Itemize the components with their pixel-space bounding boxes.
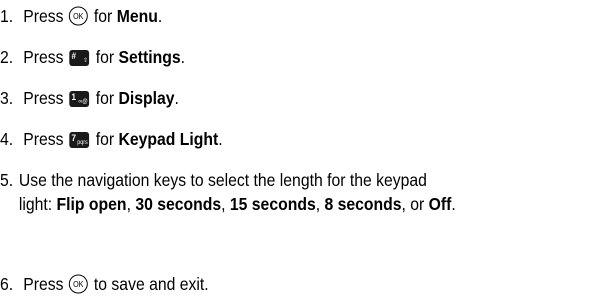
seven-key-sub: pqrs <box>77 140 88 146</box>
step-text: Press <box>23 274 64 294</box>
separator: , <box>221 194 226 214</box>
one-key-main: 1 <box>71 92 77 102</box>
step-text: for <box>95 88 115 108</box>
ok-key-icon: OK <box>69 274 89 294</box>
ok-key-label: OK <box>74 12 84 21</box>
step-5-options-line: light: Flip open, 30 seconds, 15 seconds… <box>0 192 549 216</box>
step-number: 5. <box>0 170 14 190</box>
step-number: 3. <box>0 88 14 108</box>
step-number: 1. <box>0 6 14 26</box>
step-text: for <box>93 6 113 26</box>
one-key-icon: 1 ∞@ <box>69 91 90 107</box>
step-text: Press <box>23 6 64 26</box>
step-text: Use the navigation keys to select the le… <box>18 170 427 190</box>
step-text: to save and exit. <box>93 274 209 294</box>
step-punct: . <box>451 194 456 214</box>
step-number: 6. <box>0 274 14 294</box>
ok-key-label: OK <box>74 280 84 289</box>
menu-target: Menu <box>116 6 158 26</box>
step-number: 2. <box>0 47 14 67</box>
step-2: 2. Press # ⇧ for Settings. <box>0 45 185 69</box>
pound-key-sub: ⇧ <box>83 58 88 64</box>
step-text: Press <box>23 129 64 149</box>
step-punct: . <box>174 88 179 108</box>
seven-key-main: 7 <box>71 133 77 143</box>
step-6: 6. Press OK to save and exit. <box>0 272 209 296</box>
keypad-light-target: Keypad Light <box>118 129 219 149</box>
option-flip-open: Flip open <box>56 194 127 214</box>
step-4: 4. Press 7 pqrs for Keypad Light. <box>0 127 223 151</box>
step-3: 3. Press 1 ∞@ for Display. <box>0 86 179 110</box>
separator: , or <box>401 194 425 214</box>
step-number: 4. <box>0 129 14 149</box>
settings-target: Settings <box>118 47 181 67</box>
display-target: Display <box>118 88 175 108</box>
pound-key-main: # <box>71 51 77 61</box>
step-text: for <box>95 47 115 67</box>
step-punct: . <box>180 47 186 67</box>
step-punct: . <box>218 129 223 149</box>
step-5: 5. Use the navigation keys to select the … <box>0 168 549 216</box>
option-15-seconds: 15 seconds <box>229 194 316 214</box>
step-text: light: <box>18 194 53 214</box>
step-punct: . <box>157 6 163 26</box>
step-text: Press <box>23 88 64 108</box>
step-1: 1. Press OK for Menu. <box>0 4 162 28</box>
separator: , <box>315 194 321 214</box>
seven-key-icon: 7 pqrs <box>69 132 90 148</box>
step-text: for <box>95 129 115 149</box>
option-30-seconds: 30 seconds <box>135 194 222 214</box>
one-key-sub: ∞@ <box>78 99 88 105</box>
step-text: Press <box>23 47 64 67</box>
option-off: Off <box>428 194 452 214</box>
option-8-seconds: 8 seconds <box>324 194 402 214</box>
pound-key-icon: # ⇧ <box>69 50 90 66</box>
separator: , <box>126 194 131 214</box>
ok-key-icon: OK <box>69 6 89 26</box>
